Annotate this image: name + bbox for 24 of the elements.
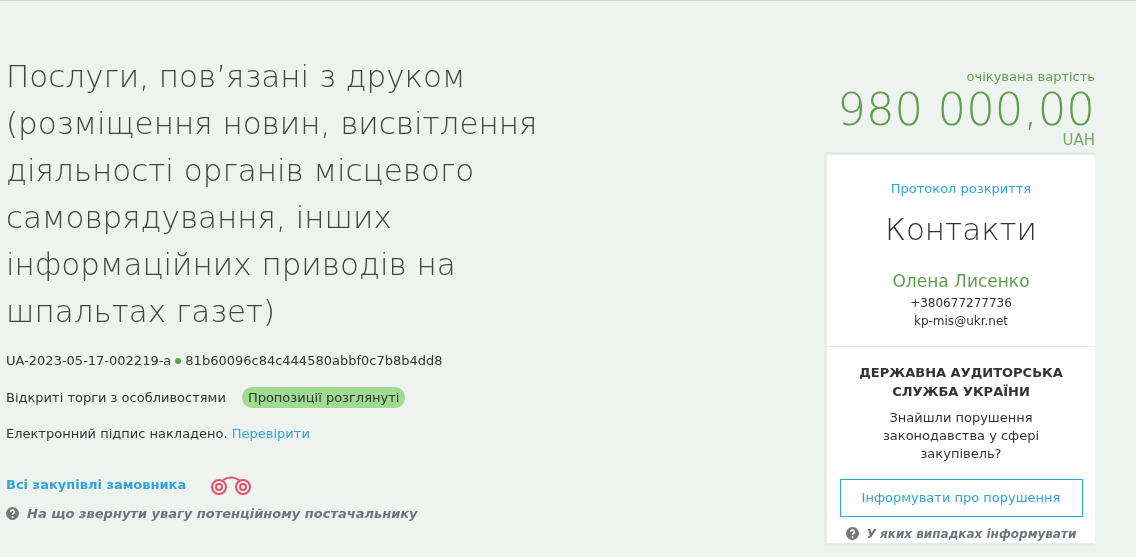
contact-email: kp-mis@ukr.net [912, 313, 1010, 330]
tender-id: UA-2023-05-17-002219-a [6, 352, 172, 370]
report-violation-button[interactable]: Інформувати про порушення [839, 479, 1083, 517]
contact-name: Олена Лисенко [891, 269, 1031, 293]
help-icon [845, 527, 859, 540]
dot-icon [175, 357, 182, 364]
contact-phone: +380677277736 [909, 295, 1013, 312]
audit-question: Знайшли порушення законодавства у сфері закупівель? [881, 409, 1041, 463]
protocol-link[interactable]: Протокол розкриття [890, 180, 1032, 196]
signature-text: Електронний підпис накладено. Перевірити [6, 425, 311, 443]
audit-title: ДЕРЖАВНА АУДИТОРСЬКА СЛУЖБА УКРАЇНИ [858, 364, 1064, 401]
value-label: очікувана вартість [966, 68, 1095, 86]
audit-hint-text: У яких випадках інформувати [866, 525, 1077, 543]
status-badge: Пропозиції розглянуті [241, 386, 406, 408]
hint-text: На що звернути увагу потенційному постачальнику [27, 504, 418, 523]
help-icon [6, 506, 19, 520]
buyer-procurements-link[interactable]: Всі закупівлі замовника [6, 474, 187, 495]
contacts-heading: Контакти [884, 210, 1038, 249]
procedure-type: Відкриті торги з особливостями [6, 388, 226, 407]
page-title: Послуги, пов’язані з друком (розміщення новин, висвітлення діяльності органів місцевого самоврядування, інших інформаційних приводів на шпальтах газет) [6, 57, 539, 331]
currency: UAH [1062, 132, 1095, 148]
verify-link[interactable]: Перевірити [231, 426, 310, 441]
expected-value: 980 000,00 [837, 86, 1095, 133]
hash-code: 81b60096c84c444580abbf0c7b8b4dd8 [185, 352, 443, 370]
